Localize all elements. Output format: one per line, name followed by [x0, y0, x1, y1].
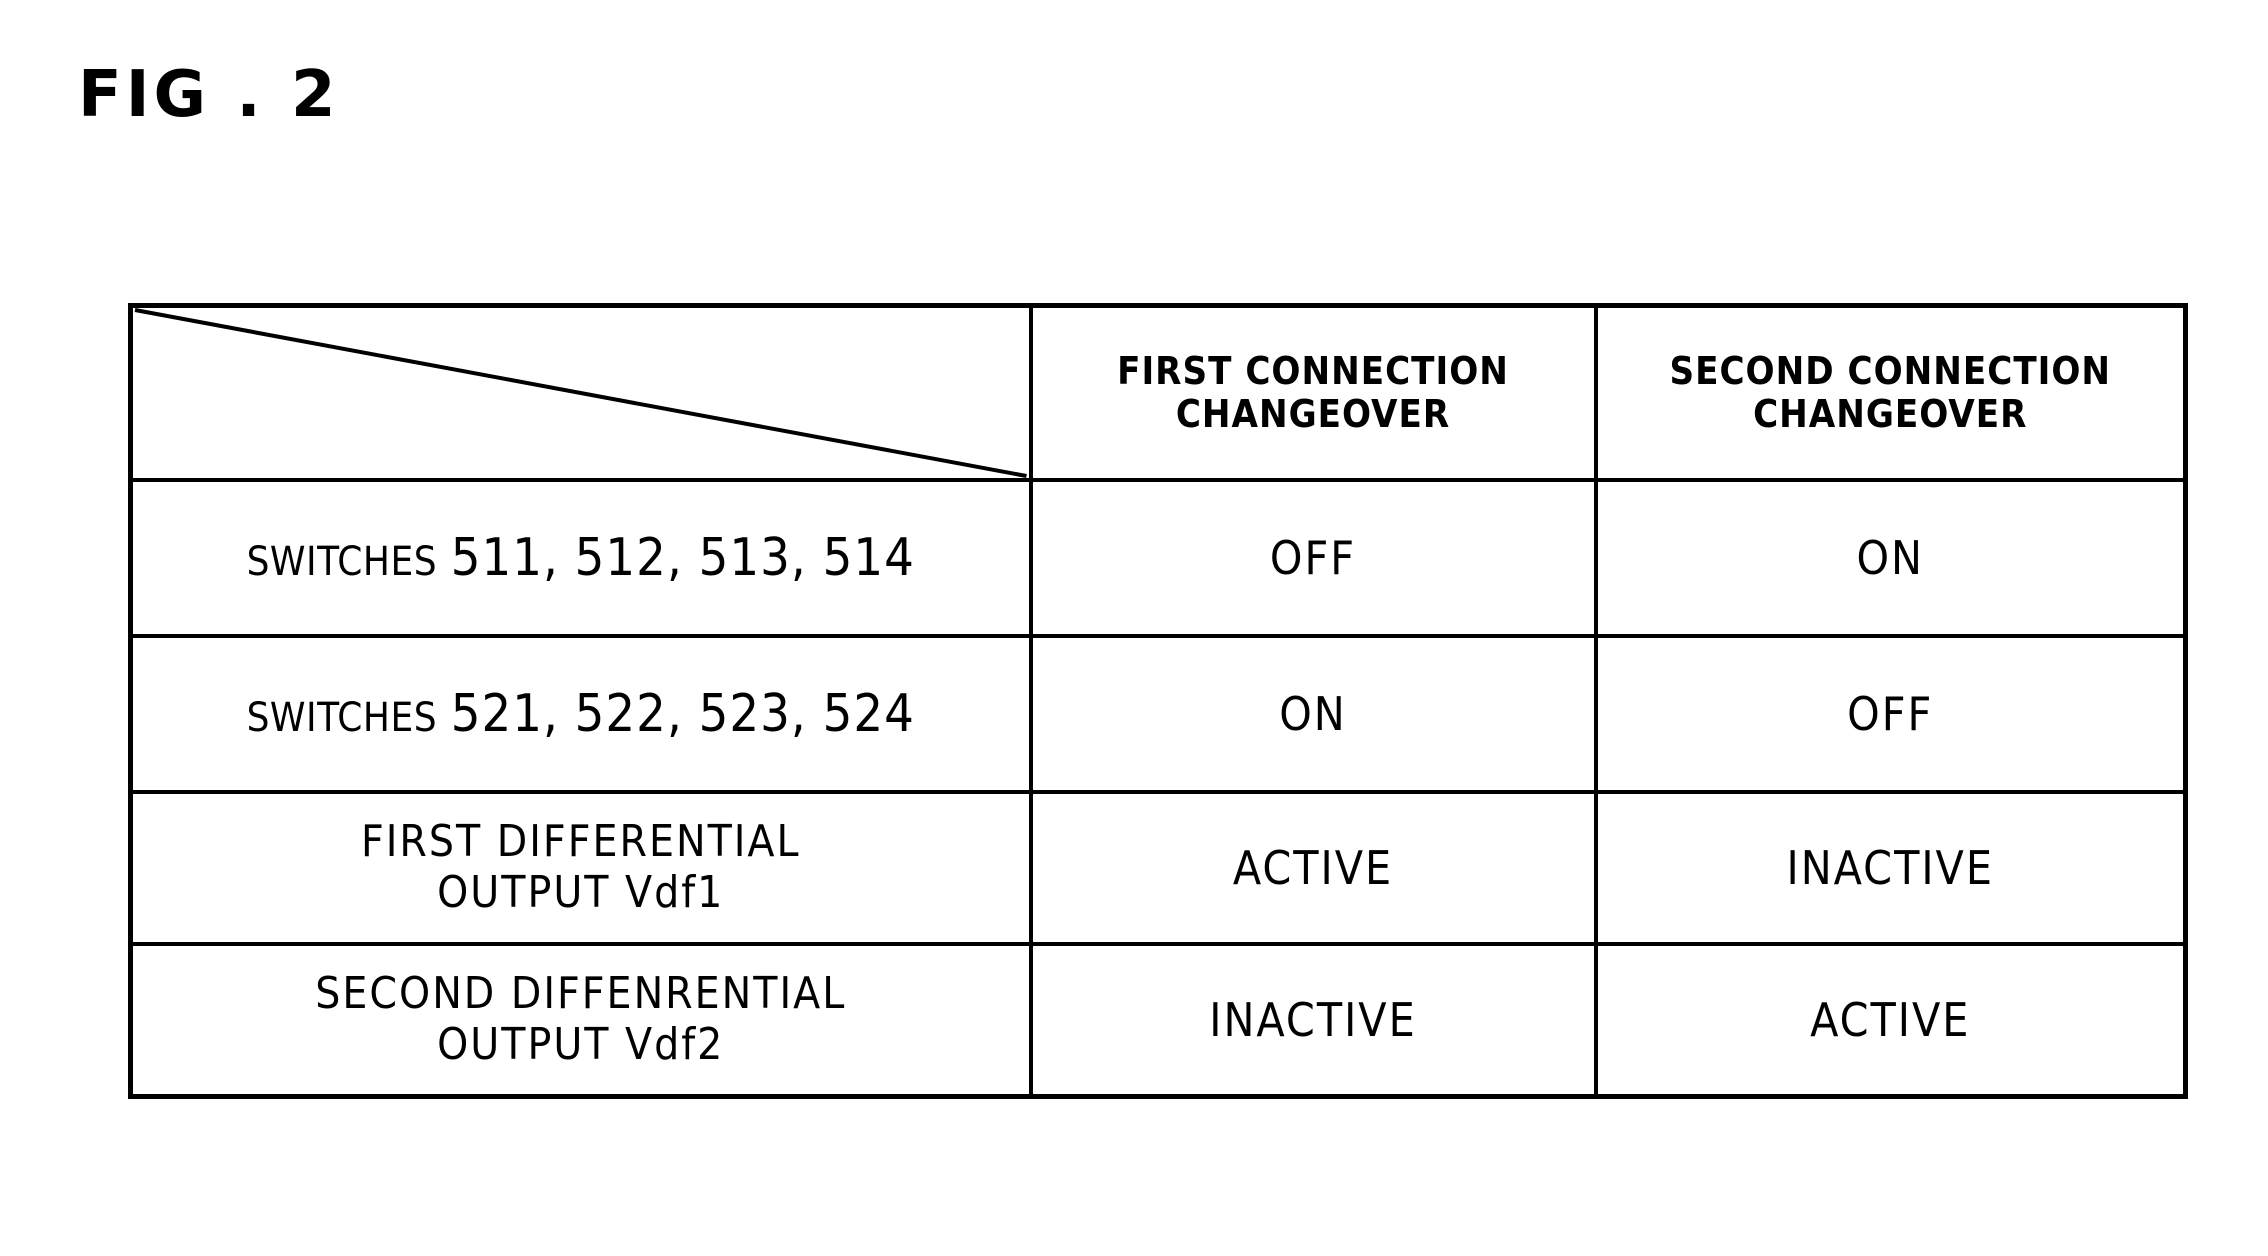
cell-second-connection-switches-521: OFF: [1593, 634, 2188, 794]
row-label-line1: SECOND DIFFENRENTIAL: [315, 968, 847, 1020]
cell-first-connection-switches-521: ON: [1028, 634, 1598, 794]
header-first-connection-line2: CHANGEOVER: [1175, 392, 1451, 436]
table-row: SWITCHES 511, 512, 513, 514 OFF ON: [128, 478, 2188, 638]
table-row: SWITCHES 521, 522, 523, 524 ON OFF: [128, 634, 2188, 794]
switch-state-table: FIRST CONNECTION CHANGEOVER SECOND CONNE…: [128, 303, 2188, 1099]
row-label-switches-511: SWITCHES 511, 512, 513, 514: [128, 478, 1033, 638]
header-first-connection: FIRST CONNECTION CHANGEOVER: [1028, 303, 1598, 482]
table-row: FIRST DIFFERENTIAL OUTPUT Vdf1 ACTIVE IN…: [128, 790, 2188, 946]
row-label-prefix: SWITCHES: [246, 539, 438, 585]
corner-diagonal-cell: [128, 303, 1033, 482]
table-row: SECOND DIFFENRENTIAL OUTPUT Vdf2 INACTIV…: [128, 942, 2188, 1099]
row-label-numbers: 521, 522, 523, 524: [450, 684, 915, 744]
diagonal-line-icon: [133, 308, 1029, 478]
cell-first-connection-switches-511: OFF: [1028, 478, 1598, 638]
cell-first-connection-vdf1: ACTIVE: [1028, 790, 1598, 946]
figure-label: FIG . 2: [78, 58, 340, 132]
cell-second-connection-switches-511: ON: [1593, 478, 2188, 638]
row-label-second-differential-output: SECOND DIFFENRENTIAL OUTPUT Vdf2: [128, 942, 1033, 1099]
cell-second-connection-vdf1: INACTIVE: [1593, 790, 2188, 946]
header-second-connection-line1: SECOND CONNECTION: [1669, 349, 2112, 394]
header-second-connection: SECOND CONNECTION CHANGEOVER: [1593, 303, 2188, 482]
cell-first-connection-vdf2: INACTIVE: [1028, 942, 1598, 1099]
row-label-line1: FIRST DIFFERENTIAL: [360, 816, 801, 868]
row-label-first-differential-output: FIRST DIFFERENTIAL OUTPUT Vdf1: [128, 790, 1033, 946]
header-second-connection-line2: CHANGEOVER: [1753, 392, 2028, 436]
header-first-connection-line1: FIRST CONNECTION: [1117, 349, 1509, 394]
cell-second-connection-vdf2: ACTIVE: [1593, 942, 2188, 1099]
row-label-numbers: 511, 512, 513, 514: [450, 528, 915, 588]
figure-table-container: FIRST CONNECTION CHANGEOVER SECOND CONNE…: [128, 303, 2188, 1203]
row-label-prefix: SWITCHES: [246, 695, 438, 741]
row-label-switches-521: SWITCHES 521, 522, 523, 524: [128, 634, 1033, 794]
table-header-row: FIRST CONNECTION CHANGEOVER SECOND CONNE…: [128, 303, 2188, 482]
row-label-line2: OUTPUT Vdf2: [437, 1019, 725, 1070]
row-label-line2: OUTPUT Vdf1: [437, 867, 725, 918]
